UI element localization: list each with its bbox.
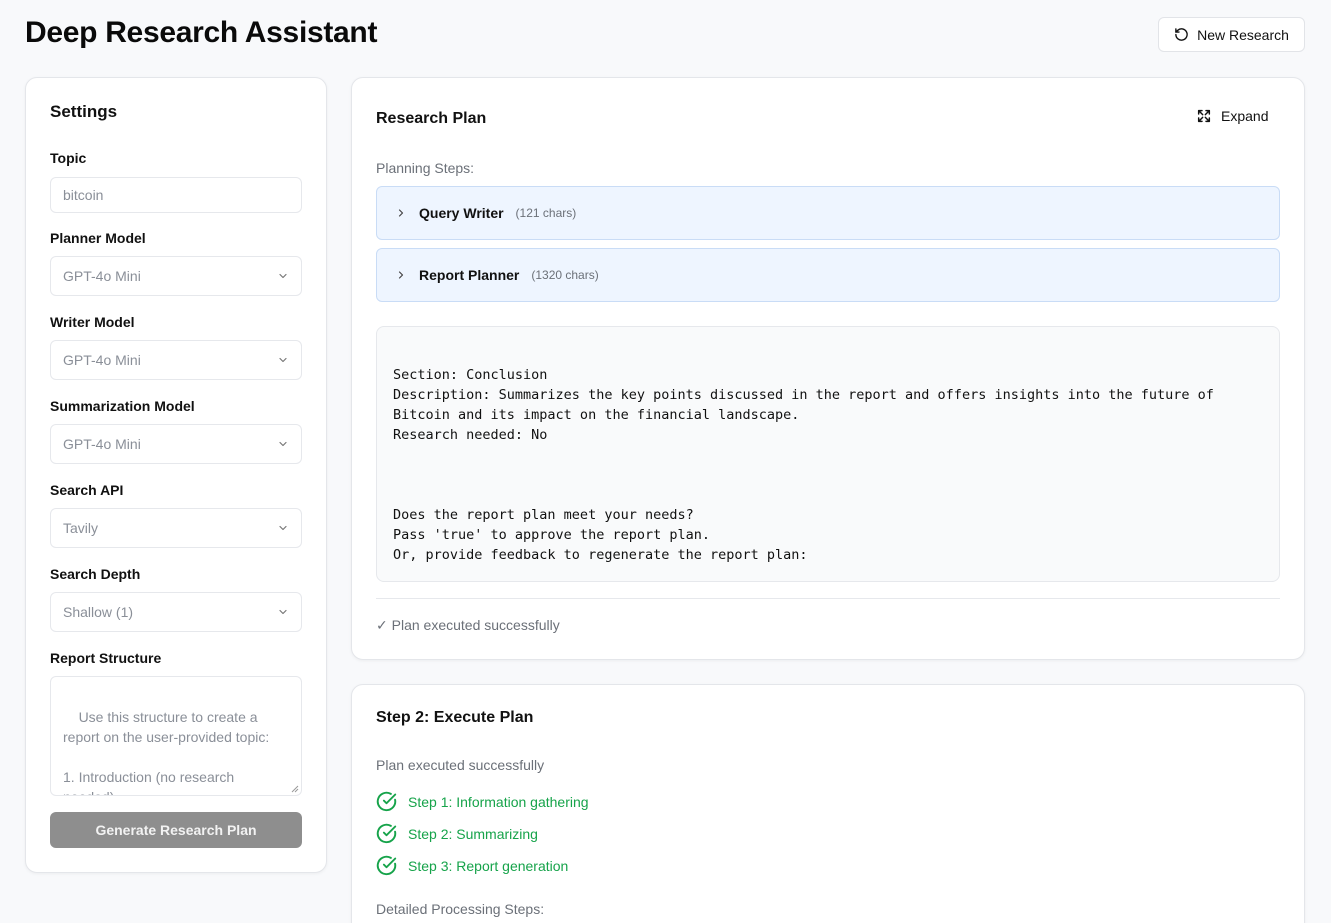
resize-grip-icon[interactable] xyxy=(291,785,299,793)
planner-model-label: Planner Model xyxy=(50,230,146,246)
writer-model-label: Writer Model xyxy=(50,314,135,330)
topic-input[interactable]: bitcoin xyxy=(50,177,302,213)
planning-step-chars: (121 chars) xyxy=(515,206,577,220)
report-structure-textarea[interactable]: Use this structure to create a report on… xyxy=(50,676,302,796)
expand-label: Expand xyxy=(1221,108,1269,124)
chevron-down-icon xyxy=(279,609,287,615)
search-depth-label: Search Depth xyxy=(50,566,141,582)
execute-step-item: Step 2: Summarizing xyxy=(376,823,538,844)
check-circle-icon xyxy=(376,791,397,812)
planning-steps-label: Planning Steps: xyxy=(376,160,475,176)
execute-step-label: Step 2: Summarizing xyxy=(408,825,538,842)
check-circle-icon xyxy=(376,855,397,876)
chevron-down-icon xyxy=(279,357,287,363)
plan-output-log: Section: Conclusion Description: Summari… xyxy=(376,326,1280,582)
execute-step-item: Step 3: Report generation xyxy=(376,855,568,876)
search-depth-value: Shallow (1) xyxy=(63,604,134,620)
research-plan-panel: Research Plan Expand Planning Steps: Que… xyxy=(351,77,1305,660)
execute-plan-title: Step 2: Execute Plan xyxy=(376,709,534,726)
refresh-ccw-icon xyxy=(1175,28,1188,41)
topic-input-value: bitcoin xyxy=(63,187,104,203)
settings-title: Settings xyxy=(50,102,118,121)
settings-panel: Settings Topic bitcoin Planner Model GPT… xyxy=(25,77,327,873)
planning-step-report-planner[interactable]: Report Planner (1320 chars) xyxy=(376,248,1280,302)
chevron-right-icon xyxy=(398,271,404,279)
planner-model-value: GPT-4o Mini xyxy=(63,268,141,284)
search-api-value: Tavily xyxy=(63,520,99,536)
detailed-steps-label: Detailed Processing Steps: xyxy=(376,901,545,917)
page-title: Deep Research Assistant xyxy=(25,16,378,49)
search-api-label: Search API xyxy=(50,482,124,498)
generate-research-plan-button[interactable]: Generate Research Plan xyxy=(50,812,302,848)
report-structure-label: Report Structure xyxy=(50,650,162,666)
new-research-label: New Research xyxy=(1197,26,1289,43)
summarization-model-value: GPT-4o Mini xyxy=(63,436,141,452)
chevron-down-icon xyxy=(279,441,287,447)
maximize-icon xyxy=(1197,109,1211,123)
execute-step-label: Step 1: Information gathering xyxy=(408,793,589,810)
execute-step-label: Step 3: Report generation xyxy=(408,857,569,874)
chevron-down-icon xyxy=(279,273,287,279)
topic-label: Topic xyxy=(50,150,87,166)
search-depth-select[interactable]: Shallow (1) xyxy=(50,592,302,632)
execute-status-text: Plan executed successfully xyxy=(376,757,545,773)
new-research-button[interactable]: New Research xyxy=(1158,17,1305,52)
planning-step-query-writer[interactable]: Query Writer (121 chars) xyxy=(376,186,1280,240)
execute-plan-panel: Step 2: Execute Plan Plan executed succe… xyxy=(351,684,1305,923)
summarization-model-label: Summarization Model xyxy=(50,398,195,414)
planner-model-select[interactable]: GPT-4o Mini xyxy=(50,256,302,296)
chevron-down-icon xyxy=(279,525,287,531)
search-api-select[interactable]: Tavily xyxy=(50,508,302,548)
divider xyxy=(376,598,1280,599)
summarization-model-select[interactable]: GPT-4o Mini xyxy=(50,424,302,464)
chevron-right-icon xyxy=(398,209,404,217)
report-structure-value: Use this structure to create a report on… xyxy=(63,709,270,795)
writer-model-select[interactable]: GPT-4o Mini xyxy=(50,340,302,380)
writer-model-value: GPT-4o Mini xyxy=(63,352,141,368)
execute-step-item: Step 1: Information gathering xyxy=(376,791,589,812)
planning-step-name: Query Writer xyxy=(419,205,504,221)
planning-step-name: Report Planner xyxy=(419,267,520,283)
expand-button[interactable]: Expand xyxy=(1196,108,1268,124)
check-circle-icon xyxy=(376,823,397,844)
plan-status-text: ✓ Plan executed successfully xyxy=(376,617,560,633)
research-plan-title: Research Plan xyxy=(376,110,487,127)
planning-step-chars: (1320 chars) xyxy=(531,268,599,282)
